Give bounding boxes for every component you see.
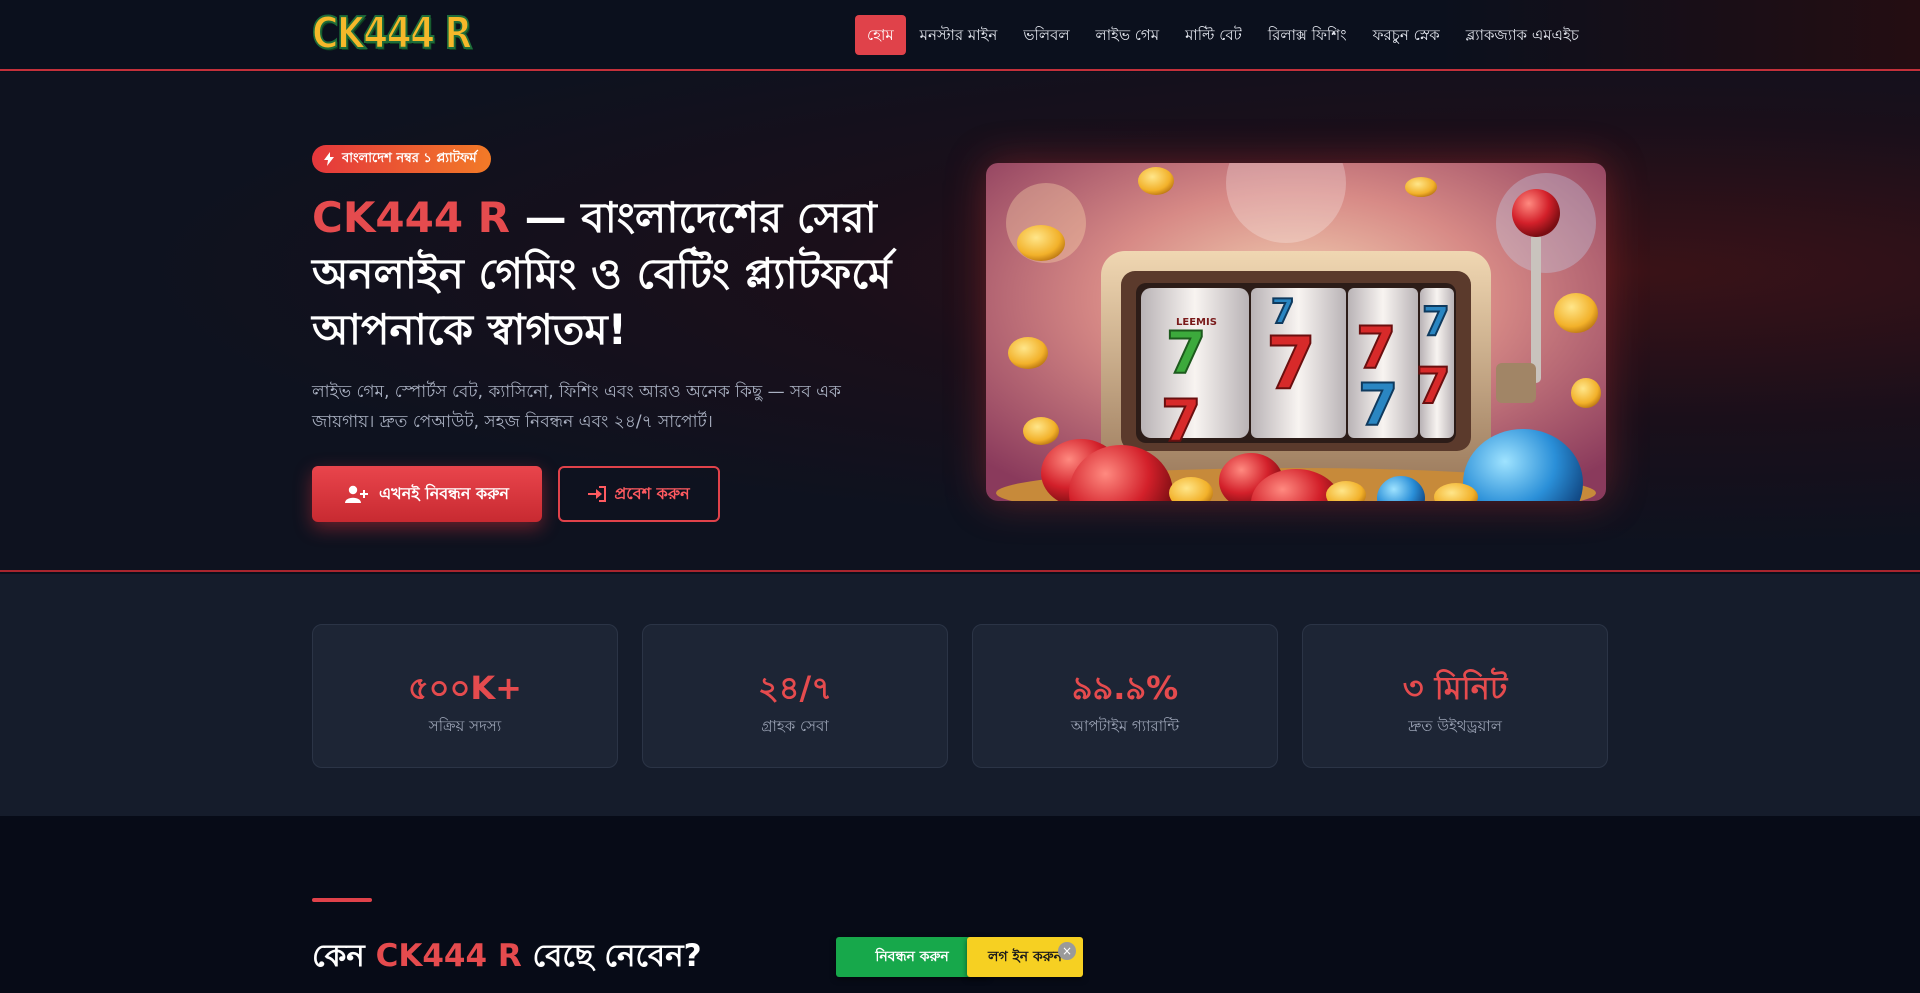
nav-item-live-game[interactable]: লাইভ গেম bbox=[1084, 15, 1172, 55]
svg-text:7: 7 bbox=[1166, 319, 1206, 387]
hero-title: CK444 R — বাংলাদেশের সেরা অনলাইন গেমিং ও… bbox=[312, 190, 952, 358]
stat-label: আপটাইম গ্যারান্টি bbox=[1070, 717, 1180, 735]
main-nav: হোম মনস্টার মাইন ভলিবল লাইভ গেম মাল্টি ব… bbox=[855, 15, 1593, 55]
stats-section: ৫০০K+ সক্রিয় সদস্য ২৪/৭ গ্রাহক সেবা ৯৯.… bbox=[0, 574, 1920, 816]
register-now-label: এখনই নিবন্ধন করুন bbox=[379, 483, 509, 503]
nav-item-monster-mine[interactable]: মনস্টার মাইন bbox=[908, 15, 1010, 55]
stat-value: ২৪/৭ bbox=[757, 669, 833, 707]
svg-text:7: 7 bbox=[1161, 387, 1201, 455]
floating-register-button[interactable]: নিবন্ধন করুন bbox=[836, 937, 988, 977]
stat-label: গ্রাহক সেবা bbox=[761, 717, 829, 735]
close-icon[interactable]: × bbox=[1058, 942, 1076, 960]
nav-item-home[interactable]: হোম bbox=[855, 15, 906, 55]
nav-item-blackjack-mh[interactable]: ব্ল্যাকজ্যাক এমএইচ bbox=[1454, 15, 1591, 55]
why-title-prefix: কেন bbox=[312, 938, 376, 974]
stat-card-members: ৫০০K+ সক্রিয় সদস্য bbox=[312, 624, 618, 768]
svg-text:7: 7 bbox=[1266, 321, 1316, 405]
bolt-icon bbox=[324, 152, 334, 166]
nav-item-multi-bet[interactable]: মাল্টি বেট bbox=[1173, 15, 1254, 55]
svg-text:7: 7 bbox=[1416, 357, 1451, 415]
user-plus-icon bbox=[345, 485, 369, 503]
svg-text:7: 7 bbox=[1358, 371, 1398, 439]
stat-value: ৯৯.৯% bbox=[1071, 669, 1179, 707]
slot-machine-image: 7 7 7 7 7 7 7 7 LEEMIS bbox=[986, 163, 1606, 501]
stat-card-withdrawal: ৩ মিনিট দ্রুত উইথড্রয়াল bbox=[1302, 624, 1608, 768]
hero-section: বাংলাদেশ নম্বর ১ প্ল্যাটফর্ম CK444 R — ব… bbox=[0, 72, 1920, 572]
stat-card-support: ২৪/৭ গ্রাহক সেবা bbox=[642, 624, 948, 768]
svg-text:7: 7 bbox=[1271, 292, 1295, 332]
hero-description: লাইভ গেম, স্পোর্টস বেট, ক্যাসিনো, ফিশিং … bbox=[312, 382, 841, 432]
why-title: কেন CK444 R বেছে নেবেন? bbox=[312, 932, 702, 984]
nav-item-volleyball[interactable]: ভলিবল bbox=[1011, 15, 1081, 55]
nav-item-relax-fishing[interactable]: রিলাক্স ফিশিং bbox=[1256, 15, 1359, 55]
stat-value: ৫০০K+ bbox=[408, 669, 522, 707]
section-accent-line bbox=[312, 898, 372, 902]
stat-label: সক্রিয় সদস্য bbox=[428, 717, 502, 735]
svg-text:7: 7 bbox=[1422, 299, 1450, 345]
why-title-suffix: বেছে নেবেন? bbox=[521, 938, 702, 974]
top-navbar: CK444 R হোম মনস্টার মাইন ভলিবল লাইভ গেম … bbox=[0, 0, 1920, 71]
sign-in-icon bbox=[588, 486, 607, 502]
reel-label: LEEMIS bbox=[1176, 317, 1217, 328]
site-logo[interactable]: CK444 R bbox=[311, 9, 473, 59]
stat-card-uptime: ৯৯.৯% আপটাইম গ্যারান্টি bbox=[972, 624, 1278, 768]
login-label: প্রবেশ করুন bbox=[614, 483, 690, 503]
why-title-brand: CK444 R bbox=[375, 938, 522, 974]
stat-label: দ্রুত উইথড্রয়াল bbox=[1408, 717, 1502, 735]
stat-value: ৩ মিনিট bbox=[1402, 669, 1508, 707]
nav-item-fortune-snake[interactable]: ফরচুন স্নেক bbox=[1361, 15, 1452, 55]
badge-label: বাংলাদেশ নম্বর ১ প্ল্যাটফর্ম bbox=[342, 150, 477, 166]
login-button[interactable]: প্রবেশ করুন bbox=[558, 466, 720, 522]
register-now-button[interactable]: এখনই নিবন্ধন করুন bbox=[312, 466, 542, 522]
hero-title-brand: CK444 R bbox=[312, 193, 511, 242]
platform-badge: বাংলাদেশ নম্বর ১ প্ল্যাটফর্ম bbox=[312, 145, 491, 173]
